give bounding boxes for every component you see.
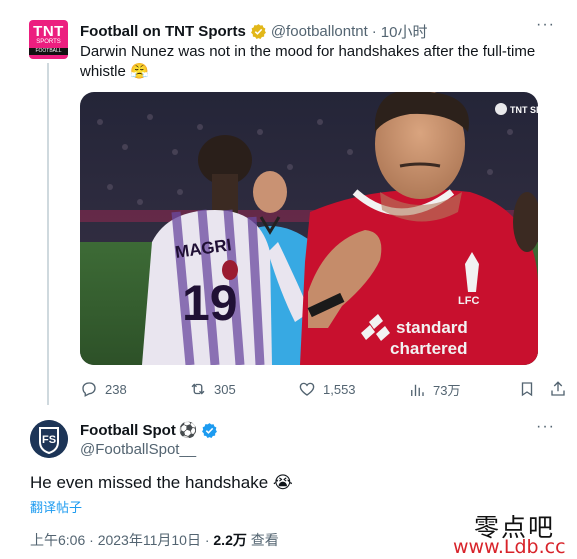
avatar-text-sports: SPORTS	[36, 38, 61, 45]
tnt-sports-avatar[interactable]: TNT SPORTS FOOTBALL	[29, 20, 68, 59]
svg-text:19: 19	[182, 275, 238, 331]
author-name[interactable]: Football on TNT Sports	[80, 23, 246, 40]
tweet-text: Darwin Nunez was not in the mood for han…	[80, 43, 536, 80]
reply-timestamp-row: 上午6:06 · 2023年11月10日 · 2.2万 查看	[30, 530, 279, 550]
football-handshake-image: TNT SPORTS 1 MAGRI 19	[80, 92, 538, 365]
football-spot-avatar[interactable]: FS	[30, 420, 68, 458]
analytics-icon	[411, 384, 424, 396]
reply-time[interactable]: 上午6:06 · 2023年11月10日 ·	[30, 532, 213, 548]
reply-author-name[interactable]: Football Spot	[80, 422, 176, 439]
reply-button[interactable]: 238	[80, 380, 127, 398]
reply-icon	[82, 382, 96, 397]
parent-author-row: Football on TNT Sports @footballontnt · …	[80, 21, 427, 42]
football-spot-logo-icon: FS	[30, 420, 68, 458]
share-button[interactable]	[549, 380, 567, 398]
share-icon	[551, 381, 565, 396]
post-time[interactable]: 10小时	[381, 21, 428, 42]
translate-post-link[interactable]: 翻译帖子	[30, 497, 82, 516]
watermark-url: www.Ldb.cc	[453, 536, 566, 558]
bookmark-button[interactable]	[518, 380, 536, 398]
reply-author-row: Football Spot ⚽	[80, 421, 218, 439]
verified-gold-badge-icon	[250, 24, 266, 39]
like-count: 1,553	[323, 381, 356, 397]
reply-more-options-icon[interactable]: ···	[536, 418, 555, 436]
repost-icon	[191, 383, 205, 395]
tweet-media-photo[interactable]: TNT SPORTS 1 MAGRI 19	[80, 92, 538, 365]
avatar-text-football: FOOTBALL	[29, 47, 68, 55]
dot-separator: ·	[371, 23, 377, 40]
heart-icon	[299, 382, 315, 396]
views-count: 73万	[433, 383, 461, 398]
svg-text:FS: FS	[42, 434, 56, 446]
svg-text:TNT SPORTS 1: TNT SPORTS 1	[510, 105, 538, 115]
reply-author-emoji: ⚽	[178, 422, 198, 439]
reply-text: He even missed the handshake 😭	[30, 473, 293, 492]
svg-text:LFC: LFC	[458, 295, 479, 307]
bookmark-icon	[521, 382, 533, 397]
reply-views-count: 2.2万	[213, 532, 247, 548]
repost-count: 305	[214, 381, 236, 397]
channel-logo: TNT SPORTS 1	[495, 103, 538, 115]
reply-author-handle[interactable]: @FootballSpot__	[80, 441, 196, 458]
reply-count: 238	[105, 381, 127, 397]
thread-connector-line	[47, 63, 49, 405]
avatar-text-tnt: TNT	[33, 22, 64, 40]
repost-button[interactable]: 305	[189, 380, 236, 398]
svg-text:standard: standard	[396, 318, 468, 337]
like-button[interactable]: 1,553	[298, 380, 356, 398]
verified-blue-badge-icon	[201, 422, 217, 438]
author-handle[interactable]: @footballontnt	[271, 23, 368, 40]
reply-views-label[interactable]: 查看	[247, 532, 279, 548]
svg-text:chartered: chartered	[390, 339, 467, 358]
more-options-icon[interactable]: ···	[536, 16, 555, 34]
views-button[interactable]: 73万	[408, 380, 460, 399]
